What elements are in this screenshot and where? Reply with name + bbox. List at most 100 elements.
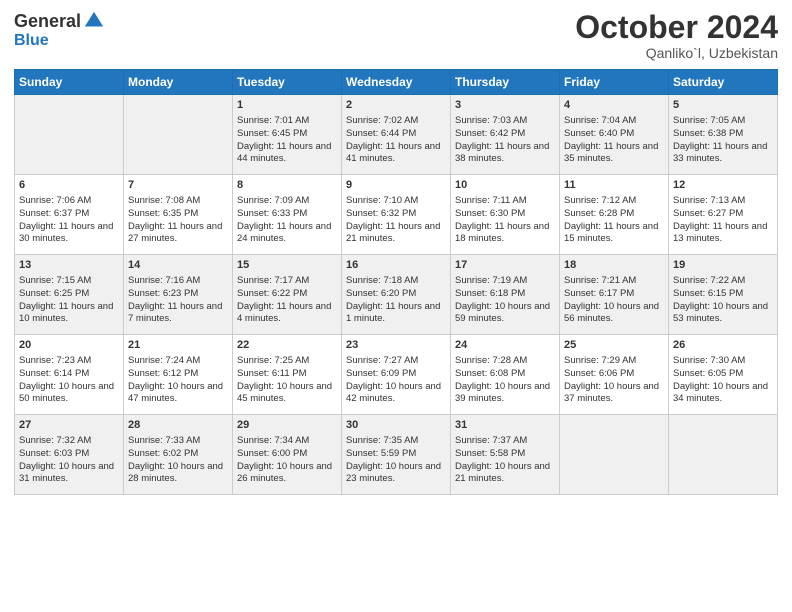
sunset-text: Sunset: 6:30 PM	[455, 208, 555, 221]
day-number: 4	[564, 98, 664, 113]
calendar-cell: 16Sunrise: 7:18 AMSunset: 6:20 PMDayligh…	[342, 255, 451, 335]
calendar-cell	[560, 415, 669, 495]
calendar-cell: 14Sunrise: 7:16 AMSunset: 6:23 PMDayligh…	[124, 255, 233, 335]
day-number: 9	[346, 178, 446, 193]
daylight-text: Daylight: 11 hours and 30 minutes.	[19, 221, 119, 247]
daylight-text: Daylight: 11 hours and 24 minutes.	[237, 221, 337, 247]
sunset-text: Sunset: 6:25 PM	[19, 288, 119, 301]
calendar-cell: 21Sunrise: 7:24 AMSunset: 6:12 PMDayligh…	[124, 335, 233, 415]
calendar-cell: 7Sunrise: 7:08 AMSunset: 6:35 PMDaylight…	[124, 175, 233, 255]
day-number: 17	[455, 258, 555, 273]
header-row: SundayMondayTuesdayWednesdayThursdayFrid…	[15, 70, 778, 95]
day-number: 2	[346, 98, 446, 113]
sunrise-text: Sunrise: 7:24 AM	[128, 355, 228, 368]
day-number: 29	[237, 418, 337, 433]
weekday-header: Monday	[124, 70, 233, 95]
sunrise-text: Sunrise: 7:28 AM	[455, 355, 555, 368]
daylight-text: Daylight: 10 hours and 37 minutes.	[564, 381, 664, 407]
daylight-text: Daylight: 10 hours and 59 minutes.	[455, 301, 555, 327]
sunrise-text: Sunrise: 7:02 AM	[346, 115, 446, 128]
day-number: 25	[564, 338, 664, 353]
calendar-cell: 23Sunrise: 7:27 AMSunset: 6:09 PMDayligh…	[342, 335, 451, 415]
daylight-text: Daylight: 10 hours and 45 minutes.	[237, 381, 337, 407]
sunrise-text: Sunrise: 7:16 AM	[128, 275, 228, 288]
calendar-cell: 6Sunrise: 7:06 AMSunset: 6:37 PMDaylight…	[15, 175, 124, 255]
day-number: 27	[19, 418, 119, 433]
sunrise-text: Sunrise: 7:27 AM	[346, 355, 446, 368]
sunset-text: Sunset: 6:03 PM	[19, 448, 119, 461]
calendar-cell: 17Sunrise: 7:19 AMSunset: 6:18 PMDayligh…	[451, 255, 560, 335]
calendar-cell: 11Sunrise: 7:12 AMSunset: 6:28 PMDayligh…	[560, 175, 669, 255]
sunrise-text: Sunrise: 7:33 AM	[128, 435, 228, 448]
calendar-cell: 27Sunrise: 7:32 AMSunset: 6:03 PMDayligh…	[15, 415, 124, 495]
daylight-text: Daylight: 11 hours and 27 minutes.	[128, 221, 228, 247]
weekday-header: Saturday	[669, 70, 778, 95]
sunset-text: Sunset: 6:09 PM	[346, 368, 446, 381]
sunset-text: Sunset: 6:00 PM	[237, 448, 337, 461]
calendar-cell: 4Sunrise: 7:04 AMSunset: 6:40 PMDaylight…	[560, 95, 669, 175]
sunrise-text: Sunrise: 7:15 AM	[19, 275, 119, 288]
calendar-cell: 25 Sunrise: 7:29 AMSunset: 6:06 PMDayligh…	[560, 335, 669, 415]
calendar-cell: 2Sunrise: 7:02 AMSunset: 6:44 PMDaylight…	[342, 95, 451, 175]
weekday-header: Wednesday	[342, 70, 451, 95]
sunset-text: Sunset: 6:02 PM	[128, 448, 228, 461]
logo-general-text: General	[14, 11, 81, 32]
calendar-cell: 31Sunrise: 7:37 AMSunset: 5:58 PMDayligh…	[451, 415, 560, 495]
calendar-cell	[669, 415, 778, 495]
sunset-text: Sunset: 6:44 PM	[346, 128, 446, 141]
location: Qanliko`l, Uzbekistan	[575, 45, 778, 61]
calendar-cell: 26Sunrise: 7:30 AMSunset: 6:05 PMDayligh…	[669, 335, 778, 415]
page-container: General Blue October 2024 Qanliko`l, Uzb…	[0, 0, 792, 503]
daylight-text: Daylight: 11 hours and 18 minutes.	[455, 221, 555, 247]
day-number: 8	[237, 178, 337, 193]
calendar-cell: 3Sunrise: 7:03 AMSunset: 6:42 PMDaylight…	[451, 95, 560, 175]
logo-icon	[83, 10, 105, 32]
sunrise-text: Sunrise: 7:29 AM	[564, 355, 664, 368]
daylight-text: Daylight: 11 hours and 4 minutes.	[237, 301, 337, 327]
day-number: 14	[128, 258, 228, 273]
sunrise-text: Sunrise: 7:21 AM	[564, 275, 664, 288]
calendar-week-row: 20Sunrise: 7:23 AMSunset: 6:14 PMDayligh…	[15, 335, 778, 415]
day-number: 11	[564, 178, 664, 193]
day-number: 7	[128, 178, 228, 193]
day-number: 5	[673, 98, 773, 113]
calendar-cell: 13Sunrise: 7:15 AMSunset: 6:25 PMDayligh…	[15, 255, 124, 335]
day-number: 1	[237, 98, 337, 113]
sunset-text: Sunset: 6:45 PM	[237, 128, 337, 141]
daylight-text: Daylight: 10 hours and 28 minutes.	[128, 461, 228, 487]
sunrise-text: Sunrise: 7:37 AM	[455, 435, 555, 448]
sunrise-text: Sunrise: 7:06 AM	[19, 195, 119, 208]
sunset-text: Sunset: 6:18 PM	[455, 288, 555, 301]
calendar-week-row: 27Sunrise: 7:32 AMSunset: 6:03 PMDayligh…	[15, 415, 778, 495]
calendar-cell: 28 Sunrise: 7:33 AMSunset: 6:02 PMDayligh…	[124, 415, 233, 495]
sunrise-text: Sunrise: 7:08 AM	[128, 195, 228, 208]
calendar-cell: 18Sunrise: 7:21 AMSunset: 6:17 PMDayligh…	[560, 255, 669, 335]
sunrise-text: Sunrise: 7:12 AM	[564, 195, 664, 208]
day-number: 16	[346, 258, 446, 273]
sunrise-text: Sunrise: 7:09 AM	[237, 195, 337, 208]
calendar-cell: 8 Sunrise: 7:09 AMSunset: 6:33 PMDaylight…	[233, 175, 342, 255]
day-number: 28	[128, 418, 228, 433]
sunset-text: Sunset: 6:40 PM	[564, 128, 664, 141]
daylight-text: Daylight: 10 hours and 39 minutes.	[455, 381, 555, 407]
sunset-text: Sunset: 6:06 PM	[564, 368, 664, 381]
daylight-text: Daylight: 10 hours and 42 minutes.	[346, 381, 446, 407]
sunrise-text: Sunrise: 7:10 AM	[346, 195, 446, 208]
sunset-text: Sunset: 6:42 PM	[455, 128, 555, 141]
calendar-cell: 24Sunrise: 7:28 AMSunset: 6:08 PMDayligh…	[451, 335, 560, 415]
title-block: October 2024 Qanliko`l, Uzbekistan	[575, 10, 778, 61]
sunset-text: Sunset: 6:27 PM	[673, 208, 773, 221]
header: General Blue October 2024 Qanliko`l, Uzb…	[14, 10, 778, 61]
calendar-cell: 19Sunrise: 7:22 AMSunset: 6:15 PMDayligh…	[669, 255, 778, 335]
daylight-text: Daylight: 10 hours and 23 minutes.	[346, 461, 446, 487]
calendar-cell: 1Sunrise: 7:01 AMSunset: 6:45 PMDaylight…	[233, 95, 342, 175]
day-number: 30	[346, 418, 446, 433]
sunset-text: Sunset: 6:12 PM	[128, 368, 228, 381]
sunset-text: Sunset: 6:05 PM	[673, 368, 773, 381]
sunrise-text: Sunrise: 7:30 AM	[673, 355, 773, 368]
sunset-text: Sunset: 6:33 PM	[237, 208, 337, 221]
daylight-text: Daylight: 11 hours and 44 minutes.	[237, 141, 337, 167]
sunrise-text: Sunrise: 7:11 AM	[455, 195, 555, 208]
day-number: 31	[455, 418, 555, 433]
daylight-text: Daylight: 11 hours and 35 minutes.	[564, 141, 664, 167]
